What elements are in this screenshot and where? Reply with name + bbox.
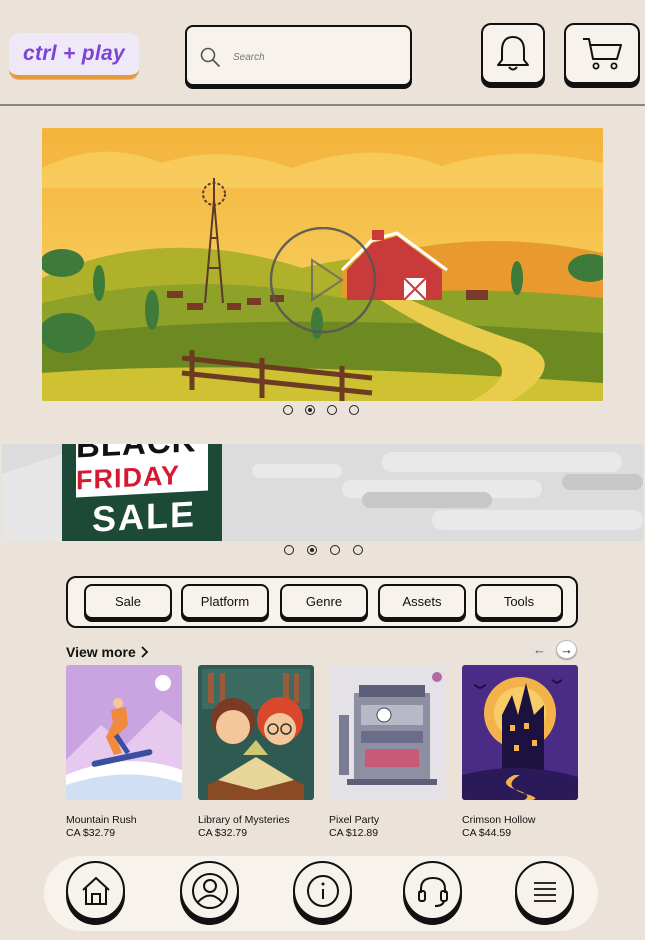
promo-line-3: SALE <box>92 493 197 540</box>
crimson-hollow-cover <box>462 665 578 800</box>
product-card[interactable]: Library of Mysteries CA $32.79 <box>198 665 314 839</box>
view-more-link[interactable]: View more <box>66 644 149 660</box>
home-icon <box>81 876 110 905</box>
nav-home-button[interactable] <box>66 861 125 920</box>
pixel-party-cover <box>329 665 445 800</box>
mountain-rush-cover <box>66 665 182 800</box>
notifications-button[interactable] <box>481 23 545 84</box>
carousel-dot[interactable] <box>349 405 359 415</box>
product-price: CA $32.79 <box>66 827 116 839</box>
black-friday-badge: BLACK FRIDAY SALE <box>62 444 222 541</box>
product-price: CA $32.79 <box>198 827 248 839</box>
play-icon[interactable] <box>268 227 378 337</box>
carousel-prev-button[interactable]: ← <box>529 640 550 659</box>
nav-profile-button[interactable] <box>180 861 239 920</box>
product-price: CA $44.59 <box>462 827 512 839</box>
filter-assets-button[interactable]: Assets <box>378 584 466 619</box>
filter-tools-button[interactable]: Tools <box>475 584 563 619</box>
chevron-right-icon <box>141 646 149 658</box>
promo-banner[interactable]: BLACK FRIDAY SALE <box>2 444 643 541</box>
arrow-right-icon: → <box>560 642 573 657</box>
promo-carousel-dots <box>284 545 363 555</box>
nav-menu-button[interactable] <box>515 861 574 920</box>
profile-icon <box>191 872 228 909</box>
headset-icon <box>417 876 448 907</box>
promo-line-2: FRIDAY <box>76 460 181 496</box>
bell-icon <box>497 35 529 70</box>
header-divider <box>0 104 645 106</box>
carousel-dot[interactable] <box>283 405 293 415</box>
filter-platform-button[interactable]: Platform <box>181 584 269 619</box>
menu-icon <box>533 881 556 902</box>
product-card[interactable]: Pixel Party CA $12.89 <box>329 665 445 839</box>
arrow-left-icon: ← <box>533 642 546 657</box>
search-icon <box>200 47 220 67</box>
view-more-label: View more <box>66 644 136 660</box>
carousel-next-button[interactable]: → <box>556 640 577 659</box>
search-bar[interactable] <box>185 25 412 86</box>
info-icon <box>306 874 339 907</box>
product-card[interactable]: Mountain Rush CA $32.79 <box>66 665 182 839</box>
product-name: Mountain Rush <box>66 814 137 826</box>
filter-sale-button[interactable]: Sale <box>84 584 172 619</box>
carousel-dot-active[interactable] <box>305 405 315 415</box>
product-name: Library of Mysteries <box>198 814 290 826</box>
logo[interactable]: ctrl + play <box>9 33 139 79</box>
carousel-dot[interactable] <box>353 545 363 555</box>
search-input[interactable] <box>231 45 395 69</box>
filter-genre-button[interactable]: Genre <box>280 584 368 619</box>
library-of-mysteries-cover <box>198 665 314 800</box>
product-price: CA $12.89 <box>329 827 379 839</box>
product-name: Crimson Hollow <box>462 814 536 826</box>
product-name: Pixel Party <box>329 814 380 826</box>
nav-info-button[interactable] <box>293 861 352 920</box>
logo-text: ctrl + play <box>23 42 125 65</box>
product-card[interactable]: Crimson Hollow CA $44.59 <box>462 665 578 839</box>
carousel-dot[interactable] <box>327 405 337 415</box>
hero-carousel-dots <box>283 405 359 415</box>
carousel-dot-active[interactable] <box>307 545 317 555</box>
cart-icon <box>583 37 622 69</box>
cart-button[interactable] <box>564 23 640 84</box>
carousel-dot[interactable] <box>284 545 294 555</box>
carousel-dot[interactable] <box>330 545 340 555</box>
nav-support-button[interactable] <box>403 861 462 920</box>
category-filter-bar: Sale Platform Genre Assets Tools <box>66 576 578 628</box>
